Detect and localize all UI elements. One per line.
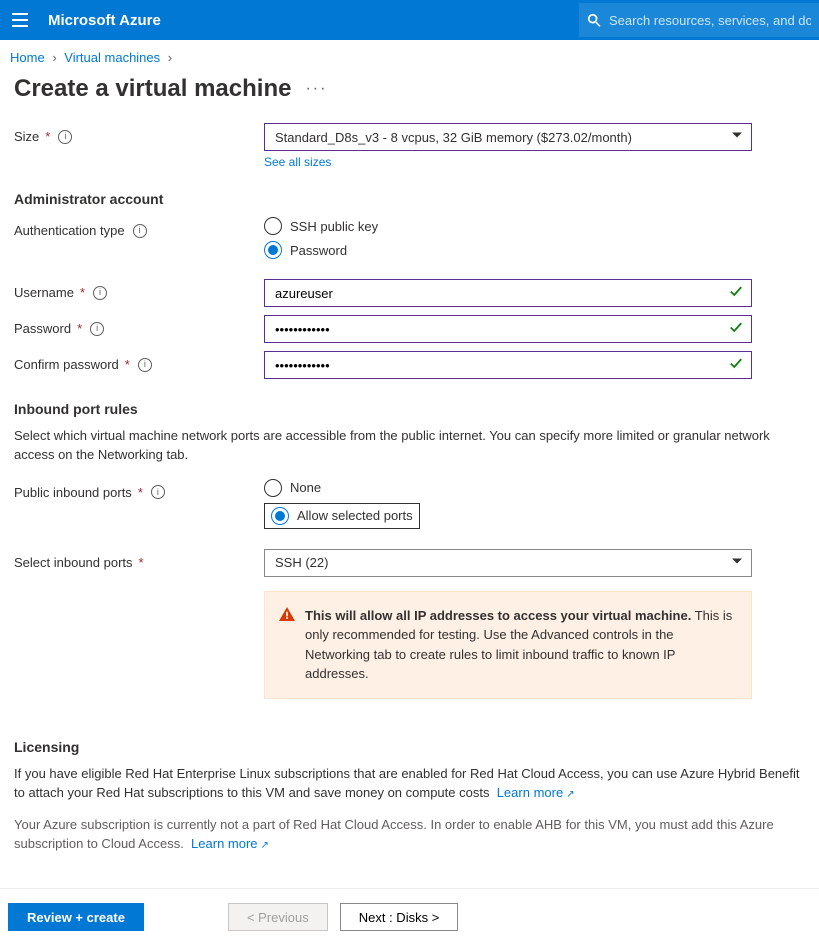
- password-field-wrapper: [264, 315, 752, 343]
- wizard-footer: Review + create < Previous Next : Disks …: [0, 888, 819, 945]
- inbound-ports-value: SSH (22): [275, 555, 328, 570]
- warning-bold-text: This will allow all IP addresses to acce…: [305, 608, 691, 623]
- required-indicator: *: [45, 129, 50, 144]
- breadcrumb: Home › Virtual machines ›: [0, 40, 819, 75]
- inbound-ports-allow-label: Allow selected ports: [297, 508, 413, 523]
- external-link-icon: ↗: [566, 788, 574, 803]
- review-create-button[interactable]: Review + create: [8, 903, 144, 931]
- external-link-icon: ↗: [261, 839, 269, 854]
- brand-label: Microsoft Azure: [48, 12, 161, 29]
- auth-type-ssh-label: SSH public key: [290, 219, 378, 234]
- licensing-heading: Licensing: [14, 739, 805, 755]
- previous-button: < Previous: [228, 903, 328, 931]
- see-all-sizes-link[interactable]: See all sizes: [264, 155, 331, 169]
- radio-icon: [264, 241, 282, 259]
- success-check-icon: [729, 357, 743, 374]
- auth-type-password-label: Password: [290, 243, 347, 258]
- inbound-ports-allow-radio[interactable]: Allow selected ports: [264, 503, 420, 529]
- vm-size-select[interactable]: Standard_D8s_v3 - 8 vcpus, 32 GiB memory…: [264, 123, 752, 151]
- inbound-ports-none-label: None: [290, 480, 321, 495]
- licensing-learn-more-link-1[interactable]: Learn more↗: [497, 785, 575, 800]
- chevron-right-icon: ›: [168, 50, 172, 65]
- confirm-password-label: Confirm password: [14, 357, 119, 372]
- search-input[interactable]: [609, 13, 811, 28]
- public-inbound-ports-label: Public inbound ports: [14, 485, 132, 500]
- vm-size-value: Standard_D8s_v3 - 8 vcpus, 32 GiB memory…: [275, 130, 632, 145]
- username-field-wrapper: [264, 279, 752, 307]
- breadcrumb-home[interactable]: Home: [10, 50, 45, 65]
- required-indicator: *: [80, 285, 85, 300]
- select-inbound-ports-label: Select inbound ports: [14, 555, 133, 570]
- required-indicator: *: [139, 555, 144, 570]
- warning-icon: [279, 606, 295, 628]
- licensing-learn-more-link-2[interactable]: Learn more↗: [191, 836, 269, 851]
- required-indicator: *: [77, 321, 82, 336]
- admin-account-heading: Administrator account: [14, 191, 805, 207]
- info-icon[interactable]: i: [58, 130, 72, 144]
- inbound-rules-heading: Inbound port rules: [14, 401, 805, 417]
- auth-type-password-radio[interactable]: Password: [264, 241, 752, 259]
- global-search[interactable]: [579, 3, 819, 37]
- password-label: Password: [14, 321, 71, 336]
- auth-type-ssh-radio[interactable]: SSH public key: [264, 217, 752, 235]
- breadcrumb-virtual-machines[interactable]: Virtual machines: [64, 50, 160, 65]
- inbound-ports-none-radio[interactable]: None: [264, 479, 752, 497]
- inbound-rules-description: Select which virtual machine network por…: [14, 427, 805, 465]
- success-check-icon: [729, 321, 743, 338]
- chevron-right-icon: ›: [52, 50, 56, 65]
- search-icon: [587, 13, 601, 27]
- success-check-icon: [729, 285, 743, 302]
- confirm-password-input[interactable]: [275, 352, 721, 378]
- radio-icon: [264, 217, 282, 235]
- hamburger-icon: [12, 13, 28, 27]
- radio-icon: [264, 479, 282, 497]
- required-indicator: *: [125, 357, 130, 372]
- radio-icon: [271, 507, 289, 525]
- licensing-para2: Your Azure subscription is currently not…: [14, 816, 805, 854]
- info-icon[interactable]: i: [93, 286, 107, 300]
- inbound-ports-warning: This will allow all IP addresses to acce…: [264, 591, 752, 699]
- top-nav-bar: Microsoft Azure: [0, 0, 819, 40]
- info-icon[interactable]: i: [151, 485, 165, 499]
- username-label: Username: [14, 285, 74, 300]
- next-button[interactable]: Next : Disks >: [340, 903, 459, 931]
- username-input[interactable]: [275, 280, 721, 306]
- licensing-para1: If you have eligible Red Hat Enterprise …: [14, 765, 805, 803]
- auth-type-label: Authentication type: [14, 223, 125, 238]
- inbound-ports-select[interactable]: SSH (22): [264, 549, 752, 577]
- info-icon[interactable]: i: [90, 322, 104, 336]
- hamburger-menu-button[interactable]: [0, 0, 40, 40]
- info-icon[interactable]: i: [138, 358, 152, 372]
- required-indicator: *: [138, 485, 143, 500]
- page-more-button[interactable]: ···: [305, 80, 327, 98]
- page-title: Create a virtual machine: [14, 75, 291, 103]
- info-icon[interactable]: i: [133, 224, 147, 238]
- size-label: Size: [14, 129, 39, 144]
- confirm-password-field-wrapper: [264, 351, 752, 379]
- chevron-down-icon: [731, 555, 743, 570]
- chevron-down-icon: [731, 130, 743, 145]
- password-input[interactable]: [275, 316, 721, 342]
